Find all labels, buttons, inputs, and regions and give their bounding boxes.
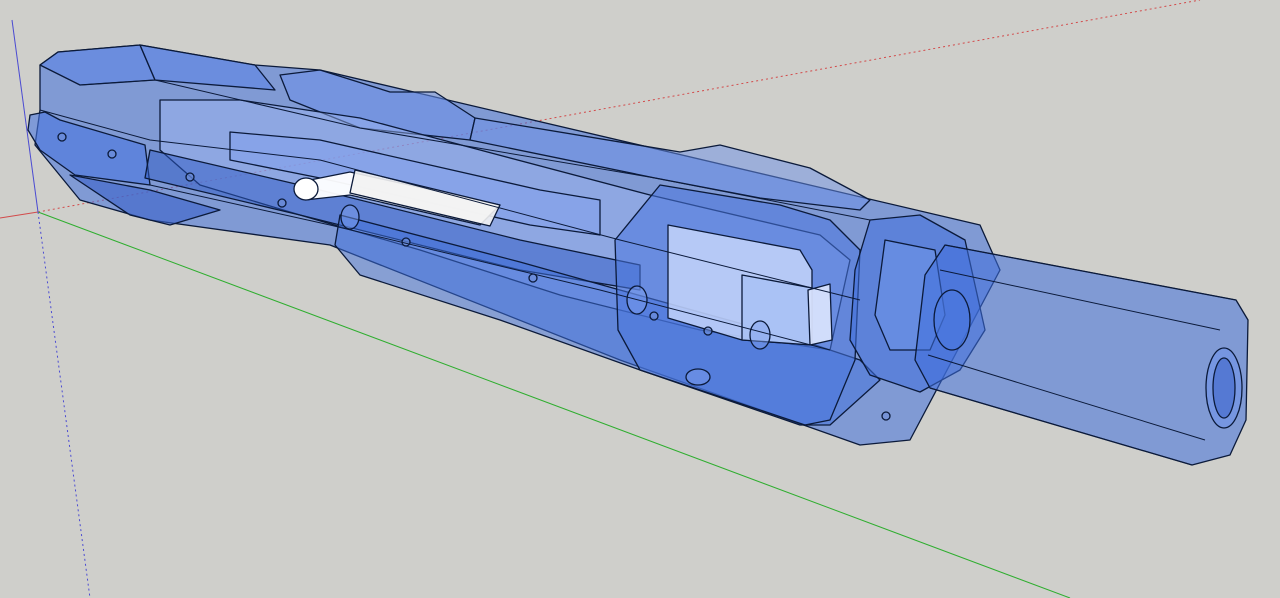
rivet <box>881 411 891 421</box>
rod-end-cap <box>293 177 319 201</box>
rivet <box>528 273 538 283</box>
rivet <box>401 237 411 247</box>
rivet <box>185 172 195 182</box>
model-scene[interactable] <box>0 0 1280 598</box>
rivet <box>277 198 287 208</box>
barrel-bore-inner <box>1212 357 1236 419</box>
rivet <box>649 311 659 321</box>
socket <box>685 368 711 386</box>
rivet <box>703 326 713 336</box>
socket <box>340 204 360 230</box>
hatch <box>807 283 833 346</box>
rivet <box>107 149 117 159</box>
3d-viewport[interactable] <box>0 0 1280 598</box>
collar-cone <box>933 289 971 351</box>
socket <box>749 320 771 350</box>
rivet <box>57 132 67 142</box>
